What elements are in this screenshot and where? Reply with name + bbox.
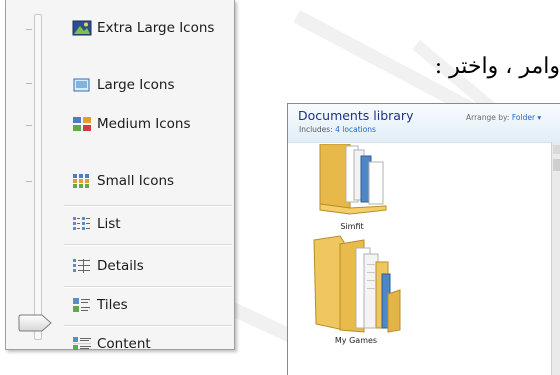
folder-icon[interactable] bbox=[306, 144, 394, 216]
menu-item-small-icons[interactable]: Small Icons bbox=[68, 173, 232, 189]
menu-item-label: Content bbox=[97, 336, 151, 352]
library-header: Documents library Includes: 4 locations … bbox=[288, 104, 560, 143]
medium-icons-icon bbox=[73, 117, 91, 131]
menu-separator bbox=[64, 244, 232, 246]
menu-separator bbox=[64, 325, 232, 327]
menu-item-tiles[interactable]: Tiles bbox=[68, 297, 232, 313]
library-title: Documents library bbox=[298, 108, 414, 123]
menu-item-label: Extra Large Icons bbox=[97, 20, 215, 36]
library-scrollbar[interactable] bbox=[551, 142, 560, 375]
menu-item-label: List bbox=[97, 216, 121, 232]
library-includes: Includes: 4 locations bbox=[299, 125, 376, 134]
large-icons-icon bbox=[73, 78, 90, 92]
arrange-by-label: Arrange by: bbox=[466, 113, 510, 122]
folder-label: Simfit bbox=[340, 222, 364, 231]
content-icon bbox=[73, 337, 91, 350]
folder-icon[interactable] bbox=[310, 234, 402, 334]
scroll-thumb[interactable] bbox=[553, 159, 560, 171]
includes-locations-link[interactable]: 4 locations bbox=[335, 125, 376, 134]
arrange-by-dropdown[interactable]: Folder ▾ bbox=[512, 113, 541, 122]
scroll-up-arrow-icon[interactable] bbox=[553, 145, 560, 154]
documents-library-pane: Documents library Includes: 4 locations … bbox=[287, 103, 560, 375]
includes-label: Includes: bbox=[299, 125, 333, 134]
instruction-text: وامر ، واختر : bbox=[434, 54, 560, 79]
menu-item-details[interactable]: Details bbox=[68, 258, 232, 274]
menu-item-extra-large-icons[interactable]: Extra Large Icons bbox=[68, 20, 232, 36]
menu-item-large-icons[interactable]: Large Icons bbox=[68, 77, 232, 93]
menu-item-content[interactable]: Content bbox=[68, 336, 232, 352]
details-icon bbox=[73, 259, 90, 273]
view-size-slider-thumb[interactable] bbox=[18, 314, 52, 332]
menu-separator bbox=[64, 286, 232, 288]
arrange-by: Arrange by: Folder ▾ bbox=[466, 113, 541, 122]
menu-item-label: Details bbox=[97, 258, 144, 274]
menu-item-label: Tiles bbox=[97, 297, 128, 313]
extra-large-icons-icon bbox=[72, 20, 92, 36]
folder-label: My Games bbox=[334, 336, 378, 345]
menu-item-list[interactable]: List bbox=[68, 216, 232, 232]
menu-separator bbox=[64, 205, 232, 207]
menu-item-label: Small Icons bbox=[97, 173, 175, 189]
tiles-icon bbox=[73, 298, 90, 312]
small-icons-icon bbox=[73, 174, 89, 188]
list-icon bbox=[73, 217, 90, 230]
menu-item-medium-icons[interactable]: Medium Icons bbox=[68, 116, 232, 132]
view-size-slider-track[interactable] bbox=[34, 14, 42, 340]
menu-item-label: Large Icons bbox=[97, 77, 175, 93]
view-menu: Extra Large Icons Large Icons Medium Ico… bbox=[5, 0, 235, 352]
menu-item-label: Medium Icons bbox=[97, 116, 191, 132]
